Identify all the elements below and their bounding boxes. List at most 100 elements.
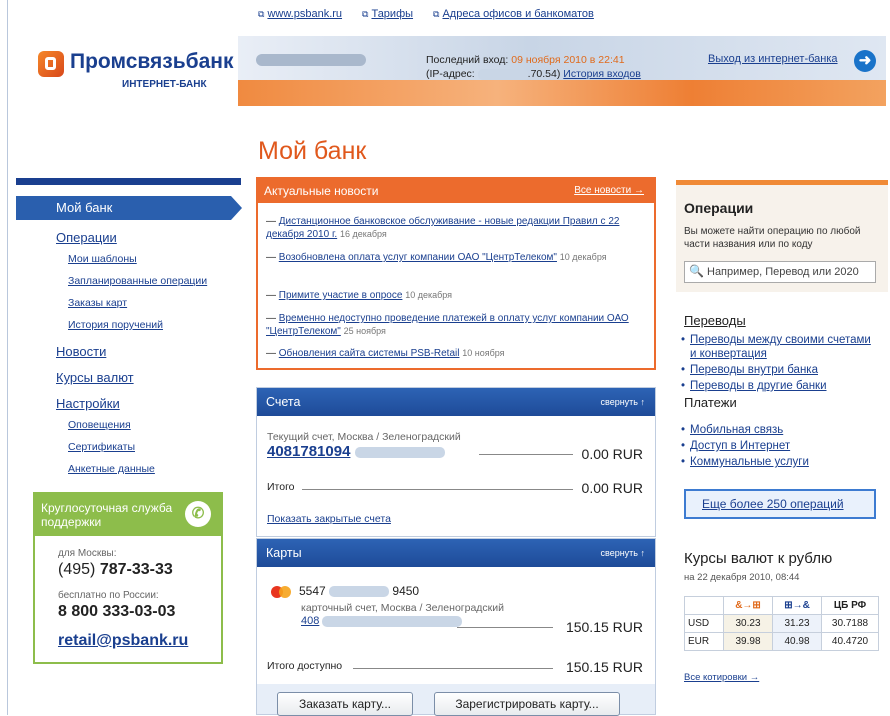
news-date: 16 декабря: [339, 229, 387, 239]
card-number: 5547 9450: [299, 584, 419, 598]
sidebar-top-bar: [16, 178, 241, 185]
operations-search-area: Операции Вы можете найти операцию по люб…: [676, 180, 888, 292]
cards-title: Карты: [266, 546, 302, 560]
account-label: Текущий счет, Москва / Зеленоградский: [267, 431, 461, 443]
more-operations-box: Еще более 250 операций: [684, 489, 876, 519]
top-links: ⧉ www.psbank.ru ⧉ Тарифы ⧉ Адреса офисов и …: [258, 8, 594, 20]
news-box: Актуальные новости Все новости → — Диста…: [256, 177, 656, 370]
payment-mobile-link[interactable]: Мобильная связь: [681, 423, 783, 437]
currency-code: USD: [684, 614, 724, 633]
transfer-own-accounts-link[interactable]: Переводы между своими счетами и конверта…: [681, 333, 875, 361]
more-operations-link[interactable]: Еще более 250 операций: [702, 497, 844, 511]
sidebar-item-scheduled[interactable]: Запланированные операции: [68, 275, 207, 287]
payment-utilities-link[interactable]: Коммунальные услуги: [681, 455, 809, 469]
bank-logo[interactable]: Промсвязьбанк ИНТЕРНЕТ-БАНК: [38, 50, 234, 100]
news-date: 25 ноября: [343, 326, 386, 336]
card-account-label: карточный счет, Москва / Зеленоградский: [301, 602, 504, 614]
card-account-link[interactable]: 408: [301, 615, 319, 627]
news-item: — Дистанционное банковское обслуживание …: [266, 216, 620, 240]
moscow-code: (495): [58, 561, 96, 578]
register-card-button[interactable]: Зарегистрировать карту...: [434, 692, 620, 716]
news-date: 10 декабря: [559, 252, 607, 262]
last-login-date: 09 ноября 2010 в 22:41: [511, 54, 625, 66]
rates-table: &→⊞ ⊞→& ЦБ РФ USD 30.23 31.23 30.7188 EU…: [684, 596, 879, 651]
logout-link[interactable]: Выход из интернет-банка: [708, 53, 838, 65]
support-russia-label: бесплатно по России:: [58, 590, 159, 601]
news-link[interactable]: Примите участие в опросе: [279, 290, 403, 301]
sidebar-item-rates[interactable]: Курсы валют: [56, 370, 134, 385]
logout-arrow-icon[interactable]: ➜: [854, 50, 876, 72]
cards-panel: Карты свернуть ↑ 5547 9450 карточный сче…: [256, 538, 656, 716]
news-link[interactable]: Обновления сайта системы PSB-Retail: [279, 348, 460, 359]
external-link-icon: ⧉: [433, 9, 440, 19]
ip-suffix: .70.54): [527, 68, 561, 80]
news-date: 10 ноября: [462, 348, 505, 358]
top-link-tariffs[interactable]: Тарифы: [371, 8, 413, 20]
top-link-offices[interactable]: Адреса офисов и банкоматов: [442, 8, 593, 20]
leader-line: [457, 627, 553, 628]
sidebar-item-notifications[interactable]: Оповещения: [68, 419, 131, 431]
account-number: 4081781094: [267, 443, 445, 460]
rates-header-cb: ЦБ РФ: [821, 596, 879, 615]
card-prefix: 5547: [299, 584, 326, 598]
all-rates-link[interactable]: Все котировки →: [684, 672, 759, 683]
account-number-redacted: [354, 446, 445, 458]
support-email-link[interactable]: retail@psbank.ru: [58, 632, 188, 650]
rate-cb: 30.7188: [821, 614, 879, 633]
search-icon: 🔍: [689, 264, 704, 278]
operations-search-input[interactable]: Например, Перевод или 2020: [684, 261, 876, 283]
order-card-button[interactable]: Заказать карту...: [277, 692, 413, 716]
rate-buy: 39.98: [723, 632, 773, 651]
sidebar-item-certificates[interactable]: Сертификаты: [68, 441, 135, 453]
sidebar-item-news[interactable]: Новости: [56, 344, 106, 359]
show-closed-accounts-link[interactable]: Показать закрытые счета: [267, 513, 391, 525]
sidebar-item-operations[interactable]: Операции: [56, 230, 117, 245]
sidebar-item-order-history[interactable]: История поручений: [68, 319, 163, 331]
news-link[interactable]: Временно недоступно проведение платежей …: [266, 313, 629, 337]
payment-internet-link[interactable]: Доступ в Интернет: [681, 439, 790, 453]
news-item: — Временно недоступно проведение платеже…: [266, 313, 629, 337]
sidebar-item-my-bank[interactable]: Мой банк: [16, 196, 242, 220]
page-left-border: [7, 0, 8, 715]
accounts-total-label: Итого: [267, 481, 295, 493]
rate-cb: 40.4720: [821, 632, 879, 651]
accounts-collapse-link[interactable]: свернуть ↑: [601, 388, 645, 416]
external-link-icon: ⧉: [258, 9, 265, 19]
sidebar-item-settings[interactable]: Настройки: [56, 396, 120, 411]
support-box: Круглосуточная служба поддержки ✆ для Мо…: [33, 492, 223, 664]
support-moscow-phone: (495) 787-33-33: [58, 561, 173, 579]
leader-line: [353, 668, 553, 669]
operations-title: Операции: [684, 200, 754, 216]
news-link[interactable]: Дистанционное банковское обслуживание - …: [266, 216, 619, 240]
transfer-other-banks-link[interactable]: Переводы в другие банки: [681, 379, 826, 393]
table-row: EUR 39.98 40.98 40.4720: [684, 632, 879, 651]
all-news-link[interactable]: Все новости →: [574, 179, 644, 203]
sidebar-item-card-orders[interactable]: Заказы карт: [68, 297, 127, 309]
sidebar-item-templates[interactable]: Мои шаблоны: [68, 253, 137, 265]
rates-header-row: &→⊞ ⊞→& ЦБ РФ: [684, 596, 879, 615]
moscow-number: 787-33-33: [99, 561, 173, 578]
news-date: 10 декабря: [405, 290, 453, 300]
news-item: — Примите участие в опросе 10 декабря: [266, 290, 453, 301]
accounts-total-amount: 0.00 RUR: [581, 480, 643, 496]
currency-code: EUR: [684, 632, 724, 651]
support-moscow-label: для Москвы:: [58, 548, 117, 559]
news-item: — Обновления сайта системы PSB-Retail 10…: [266, 348, 505, 359]
transfer-inside-bank-link[interactable]: Переводы внутри банка: [681, 363, 818, 377]
leader-line: [479, 454, 573, 455]
sidebar-item-profile[interactable]: Анкетные данные: [68, 463, 155, 475]
operations-description: Вы можете найти операцию по любой части …: [684, 226, 861, 250]
transfers-title: Переводы: [684, 313, 746, 328]
top-link-site[interactable]: www.psbank.ru: [267, 8, 342, 20]
card-number-redacted: [329, 586, 390, 598]
login-history-link[interactable]: История входов: [563, 68, 641, 80]
header-banner: Последний вход: 09 ноября 2010 в 22:41 (…: [238, 36, 886, 106]
support-russia-phone: 8 800 333-03-03: [58, 603, 176, 620]
bank-logo-icon: [38, 51, 64, 77]
card-suffix: 9450: [392, 584, 420, 598]
card-actions: Заказать карту... Зарегистрировать карту…: [257, 684, 655, 716]
cards-collapse-link[interactable]: свернуть ↑: [601, 539, 645, 567]
accounts-panel: Счета свернуть ↑ Текущий счет, Москва / …: [256, 387, 656, 537]
account-number-link[interactable]: 4081781094: [267, 443, 350, 460]
news-link[interactable]: Возобновлена оплата услуг компании ОАО "…: [279, 252, 557, 263]
